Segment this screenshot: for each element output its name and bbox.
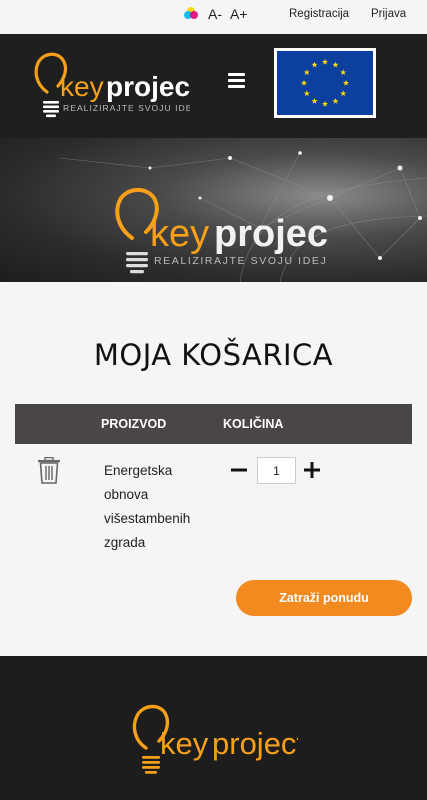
site-logo[interactable]: key project REALIZIRAJTE SVOJU IDEJU: [30, 46, 190, 120]
cart-item-product-name: Energetska obnova višestambenih zgrada: [104, 463, 191, 550]
site-footer: key project: [0, 656, 427, 800]
eu-flag-icon: [274, 48, 376, 118]
request-quote-button[interactable]: Zatraži ponudu: [236, 580, 412, 616]
register-link[interactable]: Registracija: [289, 8, 349, 20]
hero-logo-word-project: project: [214, 213, 328, 255]
column-header-product: PROIZVOD: [101, 417, 167, 431]
font-decrease-button[interactable]: A-: [208, 6, 222, 22]
top-utility-bar: A- A+ Registracija Prijava: [0, 0, 427, 34]
hero-logo-tagline: REALIZIRAJTE SVOJU IDEJU: [154, 255, 328, 267]
footer-logo-word-key: key: [160, 726, 209, 761]
hero-logo-word-key: key: [150, 213, 209, 255]
login-link[interactable]: Prijava: [371, 8, 406, 20]
site-header: key project REALIZIRAJTE SVOJU IDEJU: [0, 34, 427, 138]
logo-word-project: project: [106, 71, 190, 102]
quantity-input[interactable]: [257, 457, 296, 484]
cart-table-header: PROIZVOD KOLIČINA: [15, 404, 412, 444]
plus-icon[interactable]: [302, 458, 322, 482]
hero-banner: key project REALIZIRAJTE SVOJU IDEJU: [0, 138, 427, 282]
minus-icon[interactable]: [229, 458, 249, 482]
page-title: MOJA KOŠARICA: [93, 338, 334, 372]
color-palette-icon[interactable]: [184, 7, 200, 21]
logo-word-key: key: [60, 71, 104, 102]
font-increase-button[interactable]: A+: [230, 6, 248, 22]
logo-tagline: REALIZIRAJTE SVOJU IDEJU: [63, 103, 190, 113]
footer-logo[interactable]: key project: [128, 696, 298, 778]
trash-icon[interactable]: [37, 457, 61, 484]
column-header-quantity: KOLIČINA: [223, 417, 284, 431]
hamburger-menu-icon[interactable]: [225, 69, 249, 93]
footer-logo-word-project: project: [212, 726, 298, 761]
hero-logo: key project REALIZIRAJTE SVOJU IDEJU: [115, 188, 328, 274]
